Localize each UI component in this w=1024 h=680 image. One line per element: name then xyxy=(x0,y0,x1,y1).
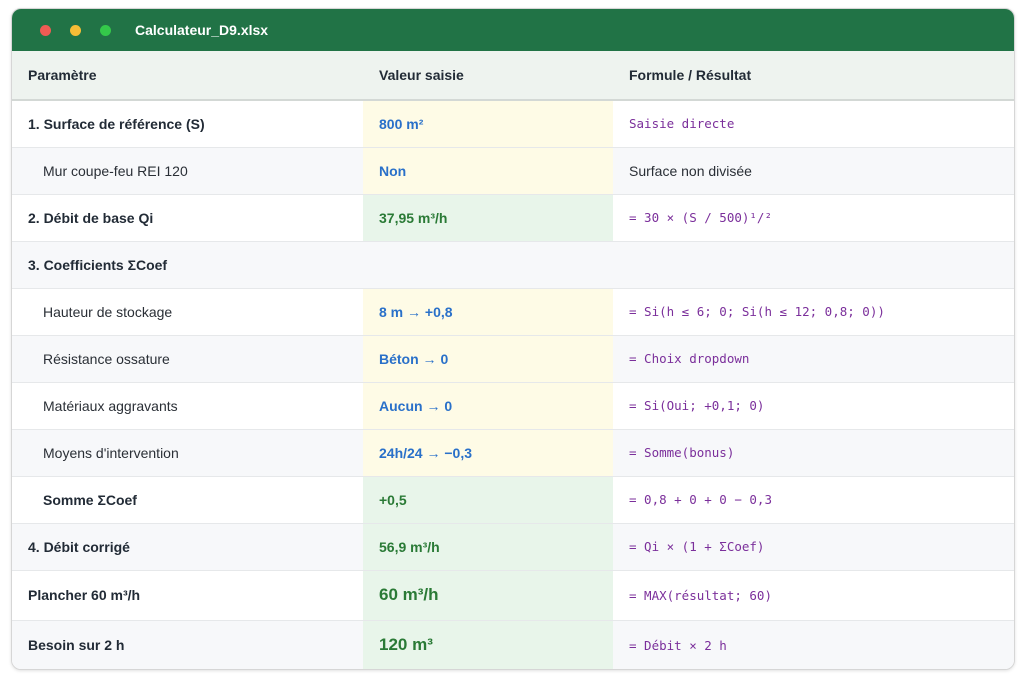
param-cell[interactable]: Mur coupe-feu REI 120 xyxy=(12,147,363,195)
table-row: Somme ΣCoef +0,5 = 0,8 + 0 + 0 − 0,3 xyxy=(12,476,1014,524)
param-cell[interactable]: 2. Débit de base Qi xyxy=(12,194,363,242)
formula-cell[interactable]: = Débit × 2 h xyxy=(613,620,1014,669)
title-bar: Calculateur_D9.xlsx xyxy=(12,9,1014,51)
window-title: Calculateur_D9.xlsx xyxy=(135,22,269,38)
param-cell[interactable]: Plancher 60 m³/h xyxy=(12,570,363,621)
value-cell[interactable]: Aucun → 0 xyxy=(363,382,613,430)
minimize-window-button[interactable] xyxy=(70,24,81,36)
table-row: Moyens d'intervention 24h/24 → −0,3 = So… xyxy=(12,429,1014,477)
spreadsheet-window: Calculateur_D9.xlsx Paramètre Valeur sai… xyxy=(11,8,1015,670)
value-cell[interactable]: 56,9 m³/h xyxy=(363,523,613,571)
value-cell[interactable]: Béton → 0 xyxy=(363,335,613,383)
formula-cell[interactable]: = 0,8 + 0 + 0 − 0,3 xyxy=(613,476,1014,524)
formula-cell[interactable]: = Qi × (1 + ΣCoef) xyxy=(613,523,1014,571)
param-cell[interactable]: Résistance ossature xyxy=(12,335,363,383)
formula-cell[interactable]: = Somme(bonus) xyxy=(613,429,1014,477)
formula-cell[interactable]: = Si(Oui; +0,1; 0) xyxy=(613,382,1014,430)
param-cell[interactable]: Somme ΣCoef xyxy=(12,476,363,524)
calculator-table: Paramètre Valeur saisie Formule / Résult… xyxy=(12,51,1014,669)
param-cell[interactable]: Moyens d'intervention xyxy=(12,429,363,477)
table-row: Hauteur de stockage 8 m → +0,8 = Si(h ≤ … xyxy=(12,288,1014,336)
column-header-formule: Formule / Résultat xyxy=(613,51,1014,101)
formula-cell[interactable]: = MAX(résultat; 60) xyxy=(613,570,1014,621)
param-cell[interactable]: 3. Coefficients ΣCoef xyxy=(12,241,363,289)
value-cell[interactable]: Non xyxy=(363,147,613,195)
formula-cell[interactable]: = 30 × (S / 500)¹/² xyxy=(613,194,1014,242)
value-cell[interactable]: 60 m³/h xyxy=(363,570,613,621)
column-header-parametre: Paramètre xyxy=(12,51,363,101)
value-cell[interactable] xyxy=(363,241,613,289)
header-row: Paramètre Valeur saisie Formule / Résult… xyxy=(12,51,1014,101)
table-row: Mur coupe-feu REI 120 Non Surface non di… xyxy=(12,147,1014,195)
table-row: Besoin sur 2 h 120 m³ = Débit × 2 h xyxy=(12,620,1014,669)
formula-cell[interactable]: = Si(h ≤ 6; 0; Si(h ≤ 12; 0,8; 0)) xyxy=(613,288,1014,336)
table-row: 2. Débit de base Qi 37,95 m³/h = 30 × (S… xyxy=(12,194,1014,242)
formula-cell[interactable]: Saisie directe xyxy=(613,100,1014,148)
param-cell[interactable]: Matériaux aggravants xyxy=(12,382,363,430)
value-cell[interactable]: +0,5 xyxy=(363,476,613,524)
value-cell[interactable]: 24h/24 → −0,3 xyxy=(363,429,613,477)
column-header-valeur: Valeur saisie xyxy=(363,51,613,101)
table-row: 3. Coefficients ΣCoef xyxy=(12,241,1014,289)
param-cell[interactable]: 4. Débit corrigé xyxy=(12,523,363,571)
value-cell[interactable]: 120 m³ xyxy=(363,620,613,669)
table-row: Matériaux aggravants Aucun → 0 = Si(Oui;… xyxy=(12,382,1014,430)
value-cell[interactable]: 800 m² xyxy=(363,100,613,148)
table-row: 1. Surface de référence (S) 800 m² Saisi… xyxy=(12,100,1014,148)
table-row: 4. Débit corrigé 56,9 m³/h = Qi × (1 + Σ… xyxy=(12,523,1014,571)
maximize-window-button[interactable] xyxy=(100,24,111,36)
formula-cell[interactable] xyxy=(613,241,1014,289)
param-cell[interactable]: Hauteur de stockage xyxy=(12,288,363,336)
formula-cell[interactable]: = Choix dropdown xyxy=(613,335,1014,383)
param-cell[interactable]: Besoin sur 2 h xyxy=(12,620,363,669)
table-row: Plancher 60 m³/h 60 m³/h = MAX(résultat;… xyxy=(12,570,1014,621)
value-cell[interactable]: 37,95 m³/h xyxy=(363,194,613,242)
param-cell[interactable]: 1. Surface de référence (S) xyxy=(12,100,363,148)
table-row: Résistance ossature Béton → 0 = Choix dr… xyxy=(12,335,1014,383)
close-window-button[interactable] xyxy=(40,24,51,36)
value-cell[interactable]: 8 m → +0,8 xyxy=(363,288,613,336)
formula-cell[interactable]: Surface non divisée xyxy=(613,147,1014,195)
